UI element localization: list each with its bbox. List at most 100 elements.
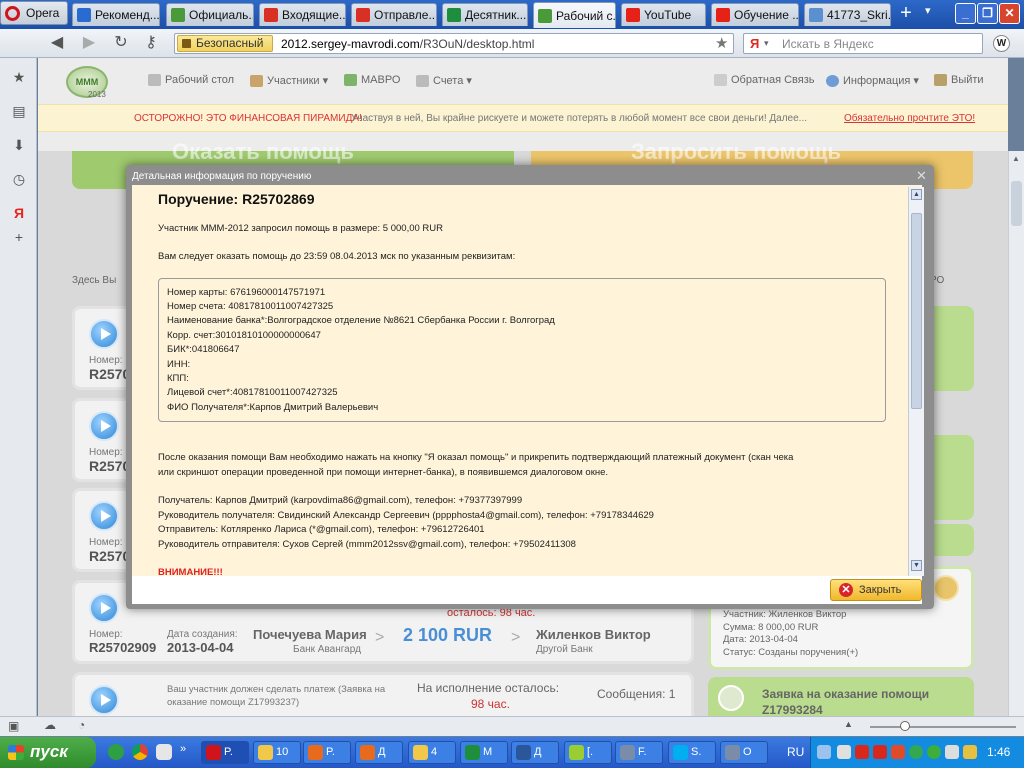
dialog-scrollbar-thumb[interactable] <box>911 213 922 409</box>
tray-app-icon[interactable] <box>963 745 977 759</box>
url-text[interactable]: 2012.sergey-mavrodi.com/R3OuN/desktop.ht… <box>281 37 534 51</box>
new-tab-button[interactable]: + <box>895 3 917 24</box>
window-restore-button[interactable]: ❐ <box>977 3 998 24</box>
browser-tab[interactable]: Рабочий с... <box>533 2 616 28</box>
taskbar-item[interactable]: P. <box>201 741 249 764</box>
opera-menu-button[interactable]: Opera <box>0 1 68 25</box>
browser-tab[interactable]: YouTube <box>621 3 706 26</box>
scrollbar-thumb[interactable] <box>1011 181 1022 226</box>
warning-read-link[interactable]: Обязательно прочтите ЭТО! <box>844 113 975 124</box>
document-icon[interactable] <box>156 744 172 760</box>
help-request-card[interactable]: Заявка на оказание помощи Z17993284 <box>708 677 974 716</box>
turbo-cloud-icon[interactable]: ☁ <box>44 718 56 732</box>
tab-list-dropdown-icon[interactable]: ▾ <box>925 4 931 17</box>
nav-feedback[interactable]: Обратная Связь <box>714 74 815 86</box>
yandex-panel-icon[interactable]: Я <box>10 204 28 222</box>
dialog-scrollbar[interactable]: ▲ ▼ <box>908 187 924 576</box>
taskbar-item[interactable]: O <box>720 741 768 764</box>
tray-arrow-icon[interactable] <box>817 745 831 759</box>
speed-dial-icon[interactable]: ◔ <box>78 718 85 732</box>
clock[interactable]: 1:46 <box>987 745 1010 759</box>
scroll-down-icon[interactable]: ▼ <box>911 560 922 571</box>
key-icon[interactable]: ⚷ <box>140 34 162 54</box>
browser-tab[interactable]: Входящие... <box>259 3 346 26</box>
add-panel-icon[interactable]: + <box>10 228 28 246</box>
browser-tab[interactable]: Отправле... <box>351 3 437 26</box>
forward-icon[interactable]: ▶ <box>78 34 100 54</box>
taskbar-item-label: F. <box>638 746 647 758</box>
close-button[interactable]: ✕ Закрыть <box>830 579 922 601</box>
warning-text: Участвуя в ней, Вы крайне рискуете и мож… <box>351 113 808 124</box>
start-button[interactable]: пуск <box>0 737 96 768</box>
start-label: пуск <box>30 742 68 761</box>
search-engine-dropdown-icon[interactable]: ▾ <box>764 38 769 49</box>
play-icon[interactable] <box>89 411 119 441</box>
back-icon[interactable]: ◀ <box>46 34 68 54</box>
language-indicator[interactable]: RU <box>787 745 804 759</box>
utorrent-icon[interactable] <box>108 744 124 760</box>
play-icon[interactable] <box>89 685 119 715</box>
reload-icon[interactable]: ↻ <box>110 34 132 54</box>
dialog-close-icon[interactable]: ✕ <box>916 168 927 184</box>
taskbar-item[interactable]: F. <box>615 741 663 764</box>
browser-tab[interactable]: Обучение ... <box>711 3 799 26</box>
arrow-circle-icon[interactable] <box>933 575 959 601</box>
quicklaunch-more-icon[interactable]: » <box>180 743 186 755</box>
panel-toggle-icon[interactable]: ▣ <box>8 719 19 733</box>
payment-note: Ваш участник должен сделать платеж (Заяв… <box>167 684 386 708</box>
browser-tab[interactable]: Десятник... <box>442 3 528 26</box>
tray-antivirus-icon[interactable] <box>855 745 869 759</box>
nav-mavro[interactable]: МАВРО <box>344 74 401 86</box>
order-card[interactable]: Ваш участник должен сделать платеж (Заяв… <box>72 672 694 716</box>
secure-badge[interactable]: Безопасный <box>177 35 273 52</box>
tray-status-icon[interactable] <box>909 745 923 759</box>
search-field[interactable]: Я ▾ Искать в Яндекс <box>743 33 983 54</box>
zoom-slider-knob[interactable] <box>900 721 910 731</box>
tray-volume-icon[interactable] <box>945 745 959 759</box>
zoom-slider-track[interactable] <box>870 726 1016 728</box>
nav-accounts[interactable]: Счета ▾ <box>416 74 472 87</box>
window-close-button[interactable]: ✕ <box>999 3 1020 24</box>
taskbar-item[interactable]: 4 <box>408 741 456 764</box>
nav-info[interactable]: Информация ▾ <box>826 74 919 87</box>
notes-icon[interactable]: ▤ <box>10 102 28 120</box>
nav-participants[interactable]: Участники ▾ <box>250 74 328 87</box>
history-clock-icon[interactable]: ◷ <box>10 170 28 188</box>
address-field[interactable]: Безопасный 2012.sergey-mavrodi.com/R3OuN… <box>174 33 734 54</box>
extension-w-icon[interactable]: W <box>993 35 1010 52</box>
bookmark-star-icon[interactable]: ★ <box>715 34 728 52</box>
zoom-up-icon[interactable]: ▲ <box>844 719 853 729</box>
bookmarks-star-icon[interactable]: ★ <box>10 68 28 86</box>
firefox-icon <box>308 745 323 760</box>
browser-tab[interactable]: Официаль... <box>166 3 254 26</box>
taskbar-item[interactable]: Д <box>355 741 403 764</box>
browser-tab[interactable]: Рекоменд... <box>72 3 160 26</box>
tray-app-icon[interactable] <box>873 745 887 759</box>
tray-network-icon[interactable] <box>837 745 851 759</box>
downloads-icon[interactable]: ⬇ <box>10 136 28 154</box>
taskbar-item[interactable]: [. <box>564 741 612 764</box>
play-icon[interactable] <box>89 593 119 623</box>
taskbar-item[interactable]: M <box>460 741 508 764</box>
yandex-icon[interactable]: Я <box>750 36 759 51</box>
window-minimize-button[interactable]: _ <box>955 3 976 24</box>
scroll-up-icon[interactable]: ▲ <box>1012 154 1020 163</box>
taskbar-item[interactable]: 10 <box>253 741 301 764</box>
browser-tab[interactable]: 41773_Skri... <box>804 3 891 26</box>
taskbar-item[interactable]: P. <box>303 741 351 764</box>
chrome-icon[interactable] <box>132 744 148 760</box>
arrow-circle-icon[interactable] <box>718 685 744 711</box>
nav-exit[interactable]: Выйти <box>934 74 984 86</box>
folder-icon <box>413 745 428 760</box>
play-icon[interactable] <box>89 319 119 349</box>
taskbar-item[interactable]: S. <box>668 741 716 764</box>
tray-app-icon[interactable] <box>891 745 905 759</box>
messages-count[interactable]: Сообщения: 1 <box>597 687 675 701</box>
nav-desktop[interactable]: Рабочий стол <box>148 74 234 86</box>
page-scrollbar[interactable]: ▲ <box>1008 151 1024 716</box>
tray-status-icon[interactable] <box>927 745 941 759</box>
taskbar-item[interactable]: Д <box>511 741 559 764</box>
dialog-footer: ✕ Закрыть <box>132 576 922 604</box>
play-icon[interactable] <box>89 501 119 531</box>
scroll-up-icon[interactable]: ▲ <box>911 189 922 200</box>
